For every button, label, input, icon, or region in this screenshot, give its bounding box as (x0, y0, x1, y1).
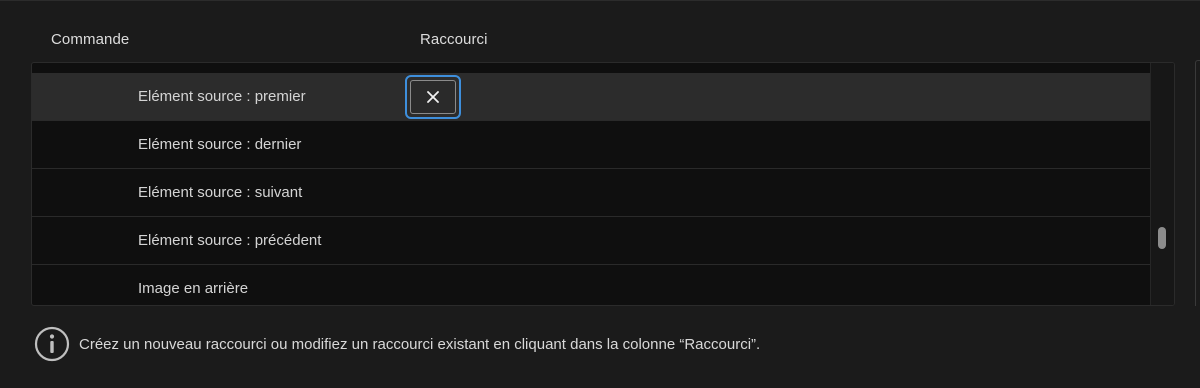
adjacent-panel-edge (1195, 60, 1200, 306)
table-row[interactable]: Elément source : suivant (32, 169, 1150, 217)
column-header-shortcut[interactable]: Raccourci (420, 31, 488, 48)
info-message: Créez un nouveau raccourci ou modifiez u… (33, 325, 760, 363)
shortcuts-table: Elément source : premier Elément source … (31, 62, 1175, 306)
command-label: Elément source : précédent (138, 232, 322, 249)
column-header-command[interactable]: Commande (51, 31, 129, 48)
scrollbar-thumb[interactable] (1158, 227, 1166, 249)
info-icon (33, 325, 71, 363)
command-label: Elément source : suivant (138, 184, 303, 201)
command-label: Elément source : premier (138, 88, 306, 105)
top-divider (0, 0, 1200, 1)
table-row[interactable]: Elément source : premier (32, 73, 1150, 121)
command-label: Elément source : dernier (138, 136, 302, 153)
clear-shortcut-button[interactable] (410, 80, 456, 114)
info-text: Créez un nouveau raccourci ou modifiez u… (79, 335, 761, 353)
table-row[interactable]: Image en arrière (32, 265, 1150, 305)
table-row[interactable]: Elément source : dernier (32, 121, 1150, 169)
command-label: Image en arrière (138, 280, 249, 297)
close-icon (427, 91, 439, 103)
vertical-scrollbar[interactable] (1150, 63, 1174, 305)
shortcuts-list: Elément source : premier Elément source … (32, 73, 1150, 305)
table-row[interactable]: Elément source : précédent (32, 217, 1150, 265)
shortcut-field[interactable] (405, 75, 461, 119)
